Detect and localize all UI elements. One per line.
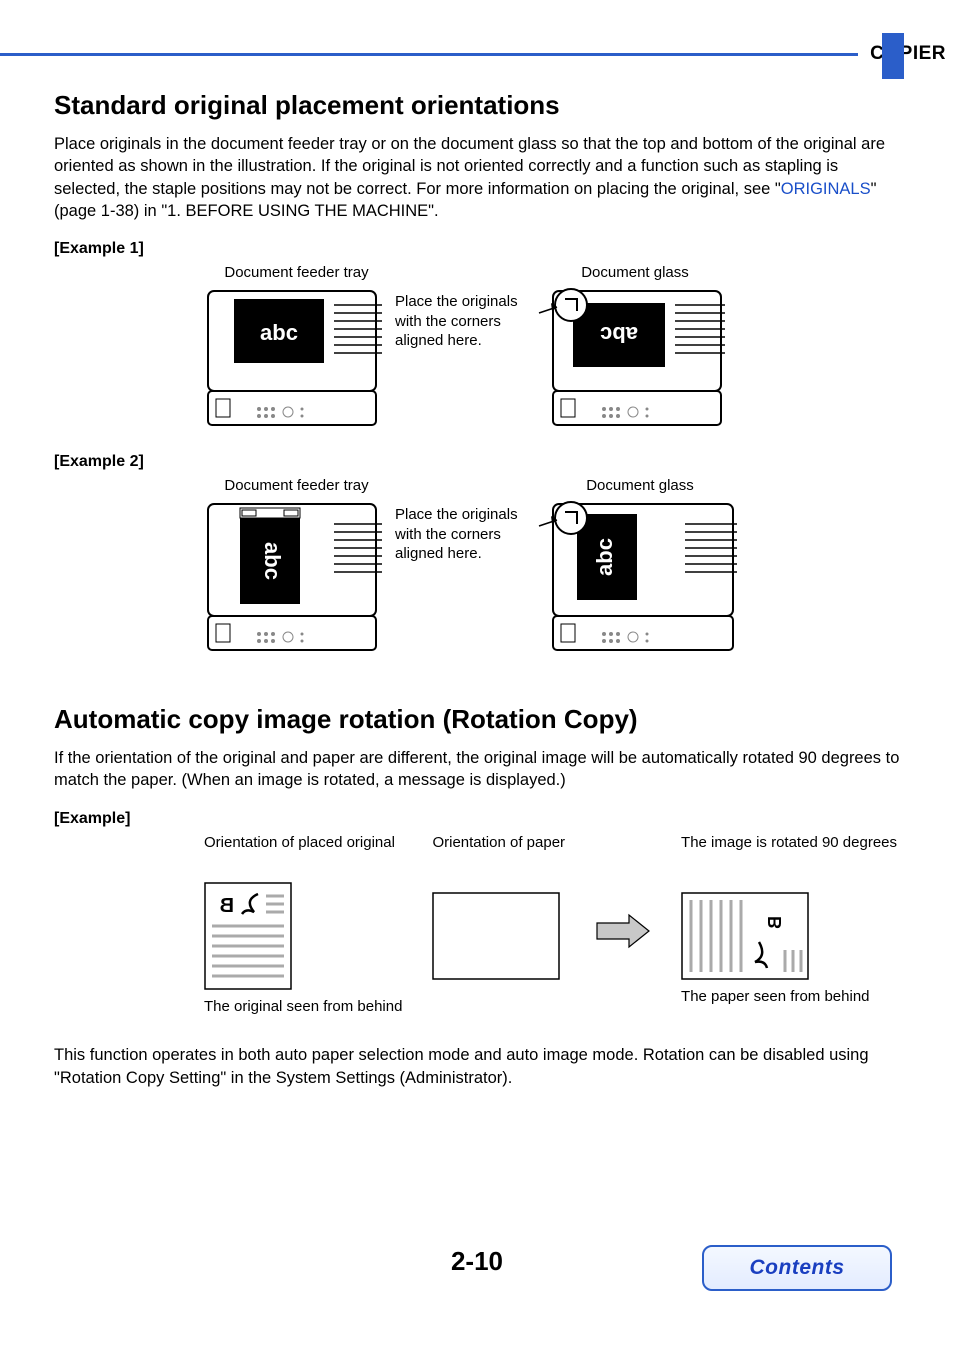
section2-foot: This function operates in both auto pape… [54, 1044, 900, 1089]
alignment-note-1: Place the originals with the corners ali… [395, 292, 525, 351]
feeder-illustration-1: abc [204, 285, 389, 435]
glass-illustration-2: abc [535, 498, 745, 658]
rot-col2-top: Orientation of paper [432, 834, 565, 874]
section1-intro: Place originals in the document feeder t… [54, 133, 900, 222]
rot-col3-bot: The paper seen from behind [681, 988, 869, 1007]
rot-col1-top: Orientation of placed original [204, 834, 395, 874]
section2-intro: If the orientation of the original and p… [54, 747, 900, 792]
svg-text:abc: abc [592, 538, 617, 576]
example3-label: [Example] [54, 810, 900, 828]
contents-button[interactable]: Contents [702, 1245, 892, 1291]
glass-illustration-1: abc [535, 285, 735, 435]
page-header: COPIER [0, 45, 954, 63]
alignment-note-2: Place the originals with the corners ali… [395, 505, 525, 564]
svg-text:B: B [220, 895, 234, 917]
section2-title: Automatic copy image rotation (Rotation … [54, 704, 900, 735]
header-tab [882, 33, 904, 79]
feeder-illustration-2: abc [204, 498, 389, 658]
paper-orientation-icon [432, 892, 560, 980]
intro-text-before: Place originals in the document feeder t… [54, 135, 885, 198]
example1-label: [Example 1] [54, 240, 900, 258]
header-rule [0, 53, 858, 56]
section1-title: Standard original placement orientations [54, 90, 900, 121]
svg-text:abc: abc [600, 322, 638, 347]
rotated-result-icon: B [681, 892, 809, 980]
rotation-diagram: Orientation of placed original B The ori… [204, 834, 900, 1017]
svg-text:abc: abc [260, 542, 285, 580]
glass-caption-1: Document glass [581, 264, 689, 281]
originals-link[interactable]: ORIGINALS [781, 180, 871, 198]
glass-caption-2: Document glass [586, 477, 694, 494]
example1-row: Document feeder tray abc Place the origi… [204, 264, 900, 435]
svg-text:abc: abc [260, 320, 298, 345]
rot-col3-top: The image is rotated 90 degrees [681, 834, 897, 874]
rot-col1-bot: The original seen from behind [204, 998, 402, 1017]
arrow-right-icon [595, 913, 651, 949]
example2-label: [Example 2] [54, 453, 900, 471]
original-orientation-icon: B [204, 882, 292, 990]
svg-text:B: B [765, 916, 785, 929]
feeder-caption-1: Document feeder tray [224, 264, 368, 281]
feeder-caption-2: Document feeder tray [224, 477, 368, 494]
example2-row: Document feeder tray abc Place the [204, 477, 900, 658]
